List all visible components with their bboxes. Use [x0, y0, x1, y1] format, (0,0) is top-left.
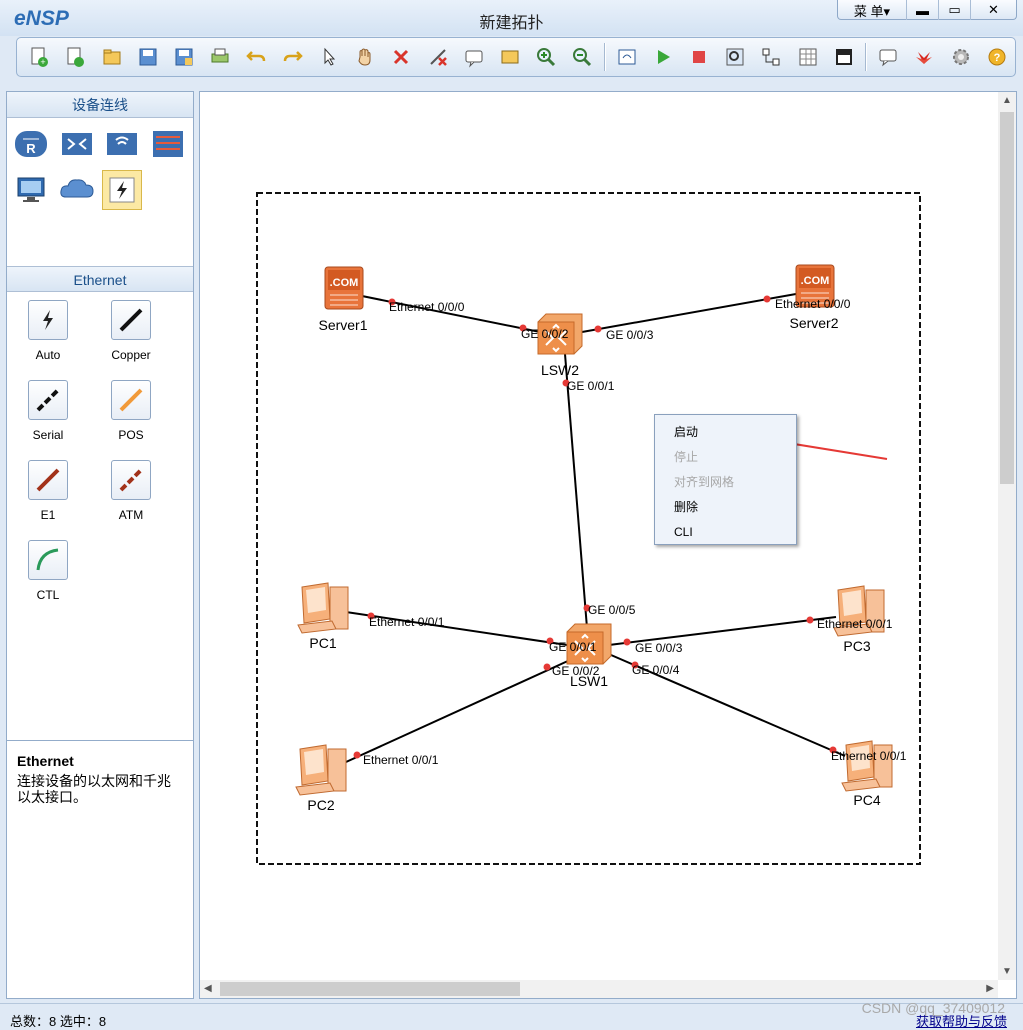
- node-label-server1: Server1: [318, 317, 367, 333]
- status-count: 总数：8 选中：8: [10, 1014, 107, 1029]
- node-label-server2: Server2: [789, 315, 838, 331]
- port-label: Ethernet 0/0/1: [831, 749, 907, 763]
- watermark: CSDN @qq_37409012: [861, 1000, 1005, 1016]
- port-label: Ethernet 0/0/0: [389, 300, 465, 314]
- port-label: GE 0/0/4: [632, 663, 680, 677]
- port-label: Ethernet 0/0/0: [775, 297, 851, 311]
- port-dot: [623, 638, 631, 646]
- pc2-device[interactable]: [295, 744, 347, 796]
- server1-device[interactable]: [324, 266, 364, 310]
- port-label: Ethernet 0/0/1: [363, 753, 439, 767]
- port-dot: [543, 663, 551, 671]
- node-label-lsw2: LSW2: [541, 362, 579, 378]
- port-label: GE 0/0/3: [606, 328, 654, 342]
- link-lsw2-lsw1[interactable]: [564, 353, 588, 629]
- port-label: Ethernet 0/0/1: [817, 617, 893, 631]
- port-label: GE 0/0/1: [549, 640, 597, 654]
- node-label-pc4: PC4: [853, 792, 880, 808]
- context-menu: 启动 停止 对齐到网格 删除 CLI: [654, 414, 797, 545]
- menu-item-stop[interactable]: 停止: [655, 445, 796, 470]
- port-dot: [594, 325, 602, 333]
- menu-item-cli[interactable]: CLI: [655, 520, 796, 545]
- port-label: GE 0/0/5: [588, 603, 636, 617]
- node-label-pc1: PC1: [309, 635, 336, 651]
- menu-item-delete[interactable]: 删除: [655, 495, 796, 520]
- menu-item-align-grid[interactable]: 对齐到网格: [655, 470, 796, 495]
- node-label-pc3: PC3: [843, 638, 870, 654]
- pc1-device[interactable]: [297, 582, 349, 634]
- port-label: GE 0/0/2: [552, 664, 600, 678]
- port-dot: [806, 616, 814, 624]
- port-label: GE 0/0/1: [567, 379, 615, 393]
- port-label: Ethernet 0/0/1: [369, 615, 445, 629]
- menu-item-start[interactable]: 启动: [655, 420, 796, 445]
- topology-diagram: .COM Server1 Server2 LSW2 LSW1 PC1 PC2 P…: [256, 192, 921, 865]
- port-label: GE 0/0/3: [635, 641, 683, 655]
- port-label: GE 0/0/2: [521, 327, 569, 341]
- port-dot: [353, 751, 361, 759]
- node-label-pc2: PC2: [307, 797, 334, 813]
- link-lsw1-pc2[interactable]: [345, 659, 571, 763]
- port-dot: [763, 295, 771, 303]
